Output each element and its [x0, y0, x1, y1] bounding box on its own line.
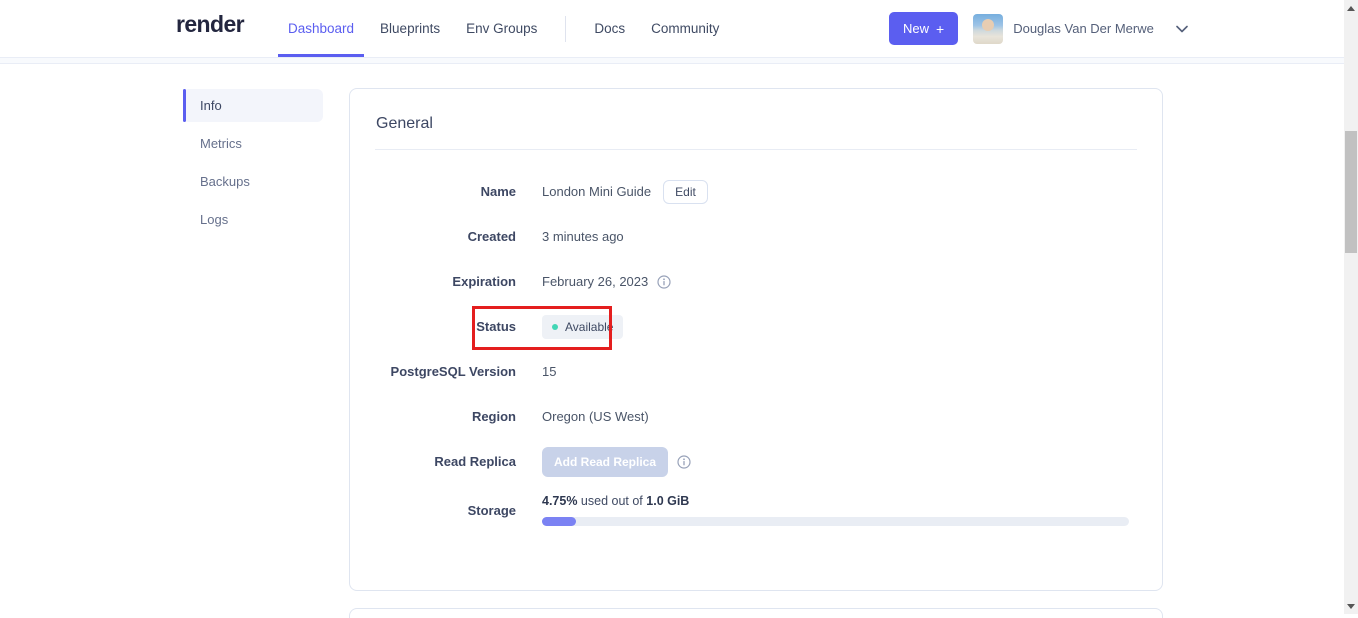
- region-value: Oregon (US West): [542, 409, 649, 424]
- sidebar-item-label: Logs: [200, 212, 229, 227]
- storage-progress-fill: [542, 517, 576, 526]
- name-row: Name London Mini Guide Edit: [350, 169, 1162, 214]
- status-row: Status Available: [350, 304, 1162, 349]
- page-scrollbar[interactable]: [1344, 0, 1358, 614]
- name-value: London Mini Guide: [542, 184, 652, 199]
- edit-button[interactable]: Edit: [663, 179, 708, 204]
- storage-middle-text: used out of: [577, 494, 647, 508]
- expiration-label: Expiration: [452, 274, 516, 289]
- add-read-replica-button[interactable]: Add Read Replica: [542, 446, 669, 477]
- storage-progress-track: [542, 517, 1129, 526]
- storage-used-percent: 4.75%: [542, 494, 578, 508]
- chevron-down-icon[interactable]: [1176, 25, 1188, 33]
- scrollbar-thumb[interactable]: [1345, 131, 1357, 253]
- region-row: Region Oregon (US West): [350, 394, 1162, 439]
- status-label: Status: [476, 319, 516, 334]
- status-badge-text: Available: [565, 319, 614, 334]
- general-card: General Name London Mini Guide Edit Crea…: [349, 88, 1163, 591]
- header-divider-band: [0, 57, 1344, 64]
- sidebar-item-label: Info: [200, 98, 222, 113]
- plus-icon: +: [936, 20, 945, 37]
- expiration-value: February 26, 2023: [542, 274, 649, 289]
- storage-label: Storage: [467, 502, 516, 518]
- sidebar-item-logs[interactable]: Logs: [183, 203, 323, 236]
- expiration-row: Expiration February 26, 2023: [350, 259, 1162, 304]
- status-dot-icon: [552, 323, 558, 330]
- storage-total: 1.0 GiB: [646, 494, 690, 508]
- storage-row: Storage 4.75% used out of 1.0 GiB: [350, 484, 1162, 536]
- postgresql-version-label: PostgreSQL Version: [390, 364, 516, 379]
- render-logo[interactable]: render: [176, 11, 245, 38]
- nav-divider: [565, 15, 567, 42]
- scrollbar-up-arrow-icon[interactable]: [1347, 6, 1355, 11]
- service-sidebar: Info Metrics Backups Logs: [183, 89, 323, 241]
- postgresql-version-row: PostgreSQL Version 15: [350, 349, 1162, 394]
- name-label: Name: [480, 184, 516, 199]
- created-value: 3 minutes ago: [542, 229, 624, 244]
- nav-docs[interactable]: Docs: [581, 0, 638, 57]
- user-avatar[interactable]: [973, 13, 1004, 44]
- new-button-label: New: [903, 21, 930, 36]
- card-title: General: [376, 115, 433, 132]
- nav-env-groups[interactable]: Env Groups: [453, 0, 550, 57]
- nav-community[interactable]: Community: [638, 0, 732, 57]
- info-icon[interactable]: [657, 274, 671, 289]
- postgresql-version-value: 15: [542, 364, 557, 379]
- region-label: Region: [471, 409, 516, 424]
- sidebar-item-label: Backups: [200, 174, 250, 189]
- top-header: render Dashboard Blueprints Env Groups D…: [0, 0, 1344, 57]
- header-right-group: New + Douglas Van Der Merwe: [889, 0, 1188, 57]
- nav-blueprints[interactable]: Blueprints: [367, 0, 453, 57]
- user-name[interactable]: Douglas Van Der Merwe: [1013, 21, 1154, 36]
- created-row: Created 3 minutes ago: [350, 214, 1162, 259]
- sidebar-item-info[interactable]: Info: [183, 89, 323, 122]
- status-badge: Available: [542, 314, 624, 339]
- nav-dashboard[interactable]: Dashboard: [275, 0, 367, 57]
- primary-nav: Dashboard Blueprints Env Groups Docs Com…: [275, 0, 732, 57]
- info-icon[interactable]: [677, 454, 691, 469]
- read-replica-row: Read Replica Add Read Replica: [350, 439, 1162, 484]
- scrollbar-down-arrow-icon[interactable]: [1347, 604, 1355, 609]
- info-rows: Name London Mini Guide Edit Created 3 mi…: [350, 169, 1162, 536]
- storage-usage-text: 4.75% used out of 1.0 GiB: [542, 494, 1129, 508]
- sidebar-item-label: Metrics: [200, 136, 242, 151]
- created-label: Created: [467, 229, 516, 244]
- sidebar-item-backups[interactable]: Backups: [183, 165, 323, 198]
- new-button[interactable]: New +: [889, 12, 959, 45]
- card-title-divider: [375, 149, 1137, 150]
- sidebar-item-metrics[interactable]: Metrics: [183, 127, 323, 160]
- next-card-top-edge: [349, 608, 1163, 618]
- read-replica-label: Read Replica: [434, 454, 516, 469]
